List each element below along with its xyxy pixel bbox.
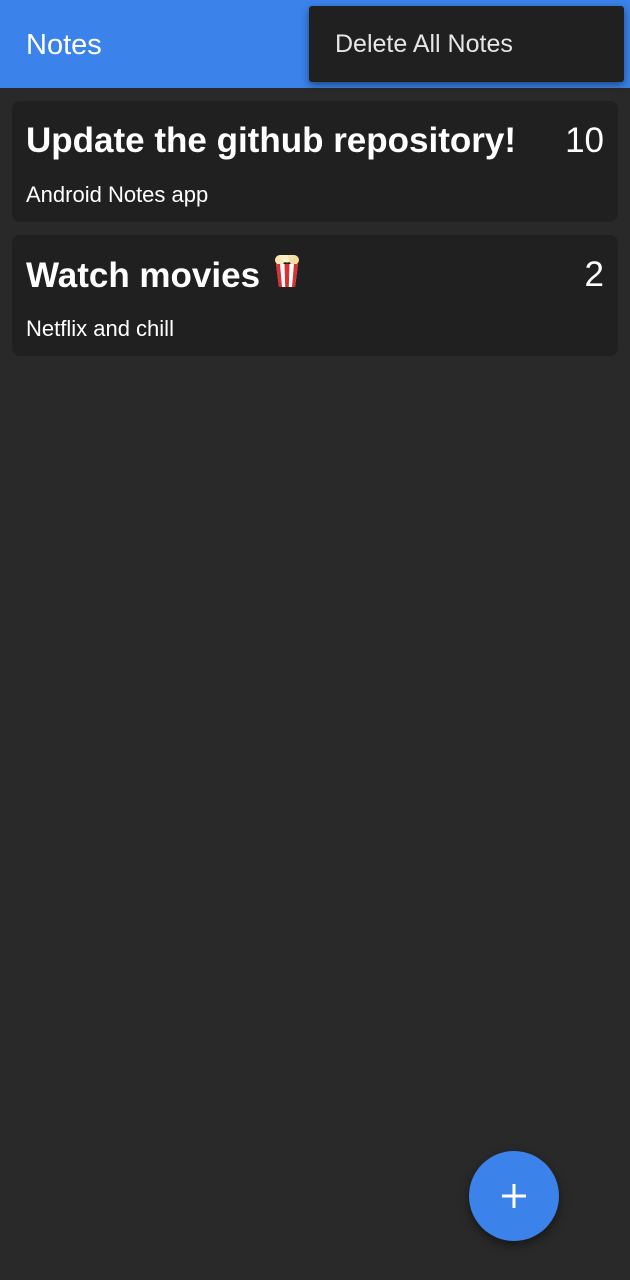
note-list: Update the github repository! 10 Android… xyxy=(12,101,618,369)
note-card[interactable]: Update the github repository! 10 Android… xyxy=(12,101,618,222)
note-priority: 2 xyxy=(584,255,604,294)
note-title: Update the github repository! xyxy=(26,121,516,161)
add-note-button[interactable] xyxy=(469,1151,559,1241)
popcorn-icon xyxy=(274,255,300,297)
note-card[interactable]: Watch movies 2 Netflix and chill xyxy=(12,235,618,356)
note-title-text: Watch movies xyxy=(26,255,261,295)
note-title: Watch movies xyxy=(26,255,300,300)
delete-all-notes-menu-item[interactable]: Delete All Notes xyxy=(335,29,513,59)
app-title: Notes xyxy=(26,29,102,61)
note-description: Netflix and chill xyxy=(26,316,174,341)
plus-icon xyxy=(502,1184,526,1208)
note-priority: 10 xyxy=(565,121,604,160)
note-title-text: Update the github repository! xyxy=(26,121,516,160)
note-description: Android Notes app xyxy=(26,182,209,207)
overflow-menu: Delete All Notes xyxy=(309,6,624,82)
